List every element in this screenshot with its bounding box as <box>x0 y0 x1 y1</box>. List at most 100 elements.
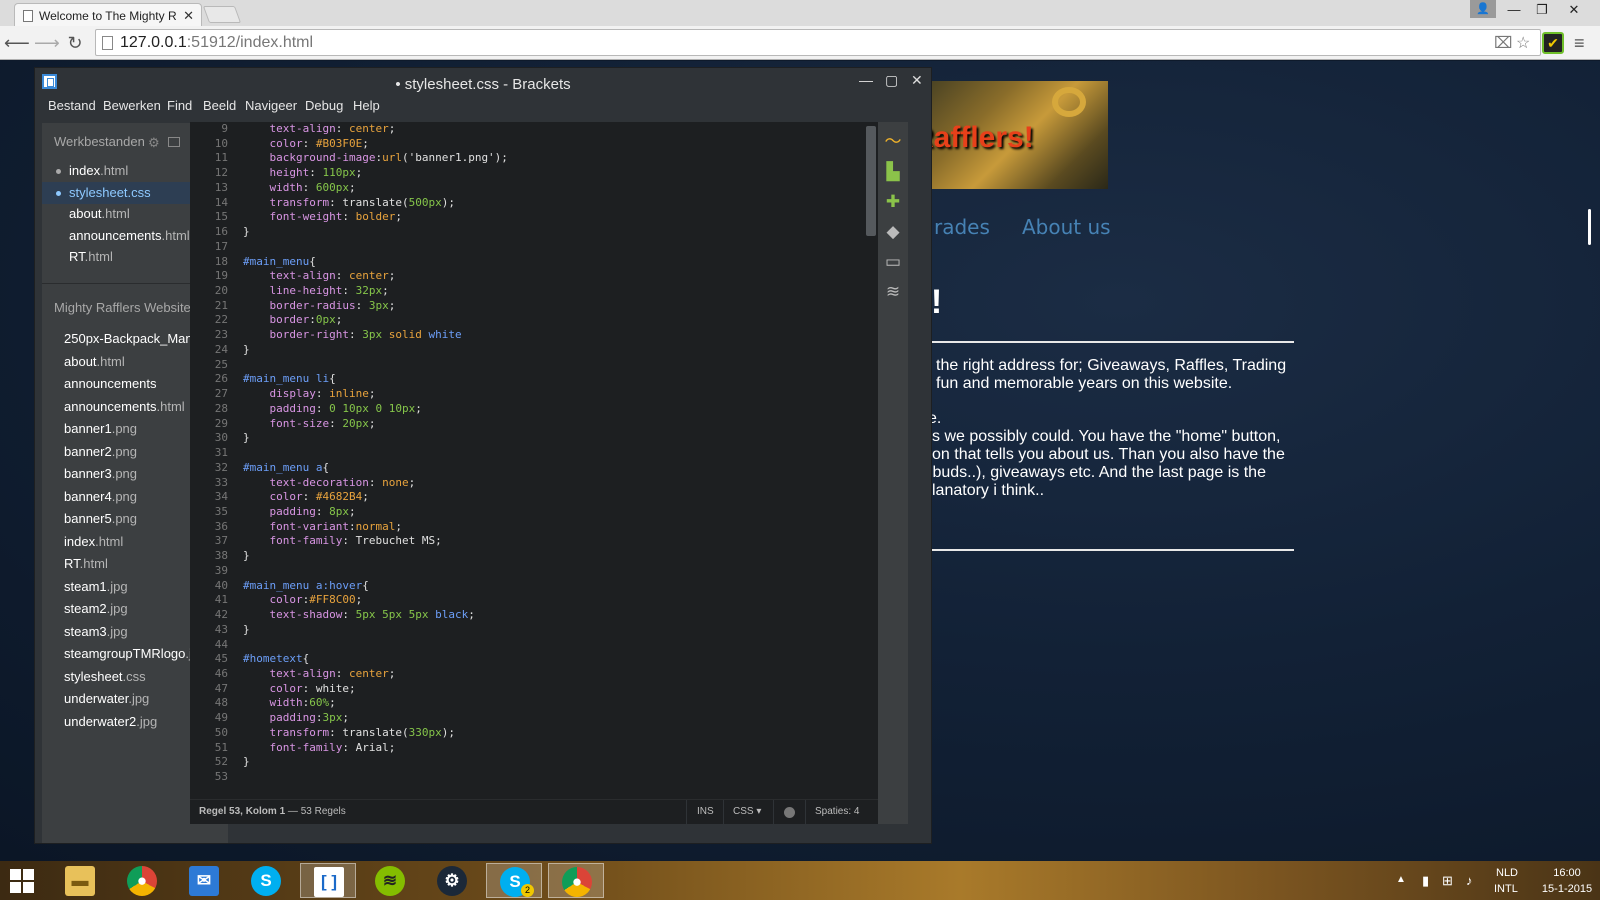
address-bar[interactable]: 127.0.0.1:51912/index.html ⌧ ☆ <box>95 29 1541 56</box>
split-view-icon[interactable] <box>168 137 180 147</box>
menu-link-about-us[interactable]: About us <box>1022 215 1111 239</box>
taskbar-steam[interactable]: ⚙ <box>424 863 480 898</box>
back-arrow-icon[interactable]: ⟵ <box>4 31 30 55</box>
menu-navigeer[interactable]: Navigeer <box>245 98 297 113</box>
code-token: } <box>243 431 250 445</box>
tab-close-icon[interactable]: ✕ <box>183 8 194 24</box>
menu-link-trades[interactable]: rades <box>934 215 990 239</box>
start-button[interactable] <box>10 869 34 893</box>
line-number: 29 <box>214 416 228 430</box>
code-token: } <box>243 755 250 769</box>
insert-mode[interactable]: INS <box>697 806 714 817</box>
new-tab-button[interactable] <box>202 6 242 23</box>
git-icon[interactable]: ◆ <box>883 222 903 242</box>
editor-scrollbar-thumb[interactable] <box>866 126 876 236</box>
taskbar-mail[interactable]: ✉ <box>176 863 232 898</box>
translate-icon[interactable]: ⌧ <box>1494 33 1512 53</box>
code-token: #main_menu li <box>243 372 330 386</box>
file-extension: .html <box>84 249 113 264</box>
extension-manager-icon[interactable]: ▙ <box>883 162 903 182</box>
url-text[interactable]: 127.0.0.1:51912/index.html <box>120 34 313 52</box>
code-text: border-radius: 3px; <box>243 299 396 312</box>
user-profile-icon[interactable]: 👤 <box>1470 0 1496 18</box>
language-selector[interactable]: CSS ▾ <box>733 806 761 817</box>
restore-button[interactable]: ❐ <box>1528 0 1556 20</box>
code-line: 16} <box>190 225 878 240</box>
bookmark-star-icon[interactable]: ☆ <box>1516 33 1530 53</box>
code-line: 21 border-radius: 3px; <box>190 299 878 314</box>
battery-icon[interactable]: ▮ <box>1422 873 1429 889</box>
live-preview-icon[interactable]: 〜 <box>883 132 903 152</box>
code-line: 30} <box>190 431 878 446</box>
file-name: announcements <box>64 376 157 391</box>
extension-icon[interactable]: ✔ <box>1542 32 1564 54</box>
menu-bewerken[interactable]: Bewerken <box>103 98 161 113</box>
clock-date[interactable]: 15-1-2015 <box>1541 883 1593 895</box>
line-number: 11 <box>214 151 228 165</box>
menu-find[interactable]: Find <box>167 98 192 113</box>
line-number: 24 <box>214 342 228 356</box>
browser-tab[interactable]: Welcome to The Mighty R ✕ <box>14 3 202 26</box>
project-header[interactable]: Mighty Rafflers Website ▾ <box>54 300 201 316</box>
layers-icon[interactable]: ≋ <box>883 282 903 302</box>
minimize-button[interactable]: — <box>1500 0 1528 20</box>
terminal-icon[interactable]: ▭ <box>883 252 903 272</box>
code-line: 22 border:0px; <box>190 313 878 328</box>
taskbar-spotify[interactable]: ≋ <box>362 863 418 898</box>
code-text: } <box>243 431 250 444</box>
code-token: font-weight <box>269 210 343 224</box>
taskbar-skype-2[interactable]: S2 <box>486 863 542 898</box>
code-token: } <box>243 622 250 636</box>
code-token: 110px <box>322 166 356 180</box>
file-name: banner5 <box>64 511 112 526</box>
code-token: height <box>269 166 310 180</box>
menu-debug[interactable]: Debug <box>305 98 343 113</box>
taskbar-brackets[interactable]: [ ] <box>300 863 356 898</box>
code-text: background-image:url('banner1.png'); <box>243 151 508 164</box>
menu-help[interactable]: Help <box>353 98 380 113</box>
lint-status-icon[interactable] <box>784 807 795 818</box>
code-token: ; <box>395 210 402 224</box>
file-extension: .png <box>111 511 138 526</box>
maximize-button[interactable]: ▢ <box>885 72 898 89</box>
chrome-menu-icon[interactable]: ≡ <box>1574 33 1585 54</box>
close-window-button[interactable]: ✕ <box>1560 0 1588 20</box>
menu-beeld[interactable]: Beeld <box>203 98 236 113</box>
code-token: 32px <box>355 284 383 298</box>
network-icon[interactable]: ⊞ <box>1442 873 1453 889</box>
menu-bestand[interactable]: Bestand <box>48 98 96 113</box>
line-number: 52 <box>214 755 228 769</box>
page-scrollbar[interactable] <box>1588 209 1591 245</box>
line-number: 30 <box>214 431 228 445</box>
code-token: center <box>348 122 389 135</box>
code-token: ); <box>441 725 455 739</box>
language-indicator[interactable]: NLD <box>1496 867 1518 879</box>
gift-icon[interactable]: ✚ <box>883 192 903 212</box>
taskbar-explorer[interactable]: ▬ <box>52 863 108 898</box>
volume-icon[interactable]: ♪ <box>1466 873 1473 888</box>
gear-icon[interactable]: ⚙ <box>148 135 160 151</box>
reload-icon[interactable]: ↻ <box>63 31 87 55</box>
taskbar-chrome[interactable]: ● <box>114 863 170 898</box>
code-editor[interactable]: 9 text-align: center; 10 color: #B03F0E; 1… <box>190 122 878 799</box>
code-text: font-size: 20px; <box>243 417 376 430</box>
indent-setting[interactable]: Spaties: 4 <box>815 806 859 817</box>
forward-arrow-icon[interactable]: ⟶ <box>34 31 60 55</box>
taskbar-skype[interactable]: S <box>238 863 294 898</box>
minimize-button[interactable]: — <box>859 72 873 88</box>
taskbar-chrome-2[interactable]: ● <box>548 863 604 898</box>
code-token: ('banner1.png'); <box>401 151 508 165</box>
code-text: text-align: center; <box>243 122 396 135</box>
clock-time[interactable]: 16:00 <box>1549 867 1585 879</box>
code-line: 45 #hometext{ <box>190 652 878 667</box>
code-token: 5px 5px 5px <box>355 608 429 622</box>
keyboard-layout[interactable]: INTL <box>1494 883 1518 895</box>
close-button[interactable]: ✕ <box>911 72 923 89</box>
show-hidden-icons[interactable]: ▲ <box>1396 874 1406 885</box>
code-line: 37 font-family: Trebuchet MS; <box>190 534 878 549</box>
file-name: about <box>69 206 102 221</box>
line-number: 15 <box>214 210 228 224</box>
